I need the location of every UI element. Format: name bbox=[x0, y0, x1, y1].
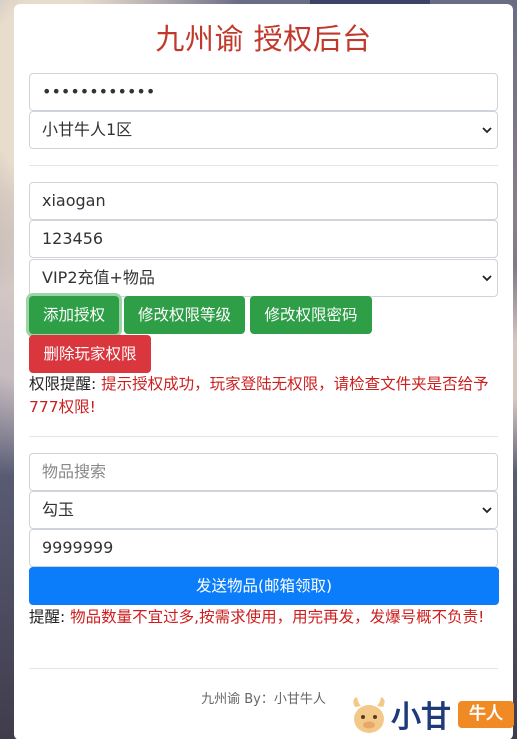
add-authorization-button[interactable]: 添加授权 bbox=[29, 296, 119, 334]
chevron-down-icon bbox=[482, 507, 492, 514]
logo-tag: 牛人 bbox=[458, 701, 514, 728]
modify-password-button[interactable]: 修改权限密码 bbox=[250, 296, 372, 334]
item-select-value: 勾玉 bbox=[42, 500, 75, 519]
admin-password-field[interactable]: •••••••••••• bbox=[29, 73, 498, 111]
permission-notice-text: 提示授权成功，玩家登陆无权限，请检查文件夹是否给予777权限! bbox=[29, 375, 489, 416]
logo-brand-text: 小甘 bbox=[391, 700, 451, 735]
item-search-input[interactable]: 物品搜索 bbox=[29, 453, 498, 491]
chevron-down-icon bbox=[482, 127, 492, 134]
modify-level-button[interactable]: 修改权限等级 bbox=[124, 296, 245, 334]
chevron-down-icon bbox=[482, 275, 492, 282]
permission-select[interactable]: VIP2充值+物品 bbox=[29, 259, 498, 297]
server-select-value: 小甘牛人1区 bbox=[42, 120, 133, 139]
page-title: 九州谕 授权后台 bbox=[155, 22, 372, 56]
admin-panel-card: 九州谕 授权后台 •••••••••••• 小甘牛人1区 xiaogan 123… bbox=[14, 4, 513, 739]
delete-permission-button[interactable]: 删除玩家权限 bbox=[29, 335, 151, 373]
item-select[interactable]: 勾玉 bbox=[29, 491, 498, 529]
user-password-field[interactable]: 123456 bbox=[29, 220, 498, 258]
section-divider bbox=[29, 668, 498, 669]
send-item-button[interactable]: 发送物品(邮箱领取) bbox=[29, 567, 499, 605]
permission-notice-label: 权限提醒: bbox=[29, 375, 97, 393]
server-select[interactable]: 小甘牛人1区 bbox=[29, 111, 498, 149]
item-notice: 提醒: 物品数量不宜过多,按需求使用，用完再发，发爆号概不负责! bbox=[29, 606, 499, 629]
brand-logo: 小甘 牛人 bbox=[349, 690, 517, 739]
item-notice-label: 提醒: bbox=[29, 608, 66, 626]
username-field[interactable]: xiaogan bbox=[29, 182, 498, 220]
section-divider bbox=[29, 165, 498, 166]
item-notice-text: 物品数量不宜过多,按需求使用，用完再发，发爆号概不负责! bbox=[70, 608, 485, 626]
ox-mascot-icon bbox=[353, 697, 385, 733]
permission-select-value: VIP2充值+物品 bbox=[42, 268, 155, 287]
item-quantity-field[interactable]: 9999999 bbox=[29, 529, 498, 567]
section-divider bbox=[29, 436, 498, 437]
permission-notice: 权限提醒: 提示授权成功，玩家登陆无权限，请检查文件夹是否给予777权限! bbox=[29, 373, 499, 419]
